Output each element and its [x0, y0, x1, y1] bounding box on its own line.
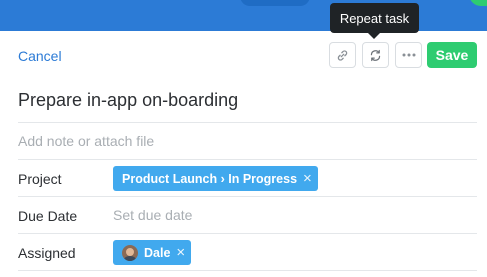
divider — [18, 196, 477, 197]
repeat-icon — [369, 49, 382, 62]
more-icon — [402, 53, 416, 57]
repeat-task-tooltip: Repeat task — [330, 3, 419, 39]
repeat-task-button[interactable] — [362, 42, 389, 68]
assignee-chip[interactable]: Dale × — [113, 240, 192, 265]
project-label: Project — [18, 171, 62, 187]
divider — [18, 270, 477, 271]
cancel-button[interactable]: Cancel — [18, 48, 62, 64]
note-input[interactable]: Add note or attach file — [18, 133, 154, 149]
assigned-label: Assigned — [18, 245, 76, 261]
due-date-input[interactable]: Set due date — [113, 207, 192, 223]
divider — [18, 233, 477, 234]
task-title[interactable]: Prepare in-app on-boarding — [18, 90, 238, 111]
divider — [18, 159, 477, 160]
divider — [18, 122, 477, 123]
more-options-button[interactable] — [395, 42, 422, 68]
project-chip-label: Product Launch › In Progress — [122, 171, 298, 186]
copy-link-button[interactable] — [329, 42, 356, 68]
header-decoration — [240, 0, 310, 6]
save-button[interactable]: Save — [427, 42, 477, 68]
link-icon — [336, 49, 349, 62]
project-chip[interactable]: Product Launch › In Progress × — [113, 166, 318, 191]
remove-assignee-icon[interactable]: × — [176, 245, 185, 260]
task-toolbar: Cancel Save — [0, 42, 487, 70]
due-date-label: Due Date — [18, 208, 78, 224]
avatar — [122, 244, 138, 261]
assignee-name: Dale — [144, 245, 171, 260]
remove-project-icon[interactable]: × — [303, 171, 312, 186]
header-status-dot — [469, 0, 487, 6]
